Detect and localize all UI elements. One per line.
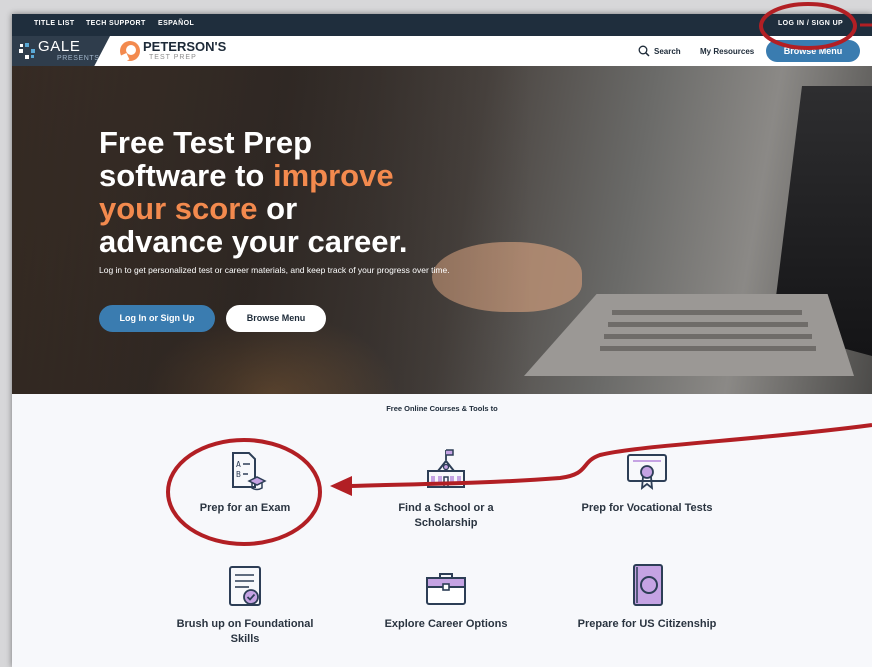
annotation-circle-login bbox=[759, 2, 857, 50]
annotation-overlay bbox=[166, 2, 872, 546]
annotation-arrowhead-icon bbox=[330, 476, 352, 496]
annotation-circle-prep-exam bbox=[166, 438, 322, 546]
annotation-arrow bbox=[349, 423, 872, 488]
